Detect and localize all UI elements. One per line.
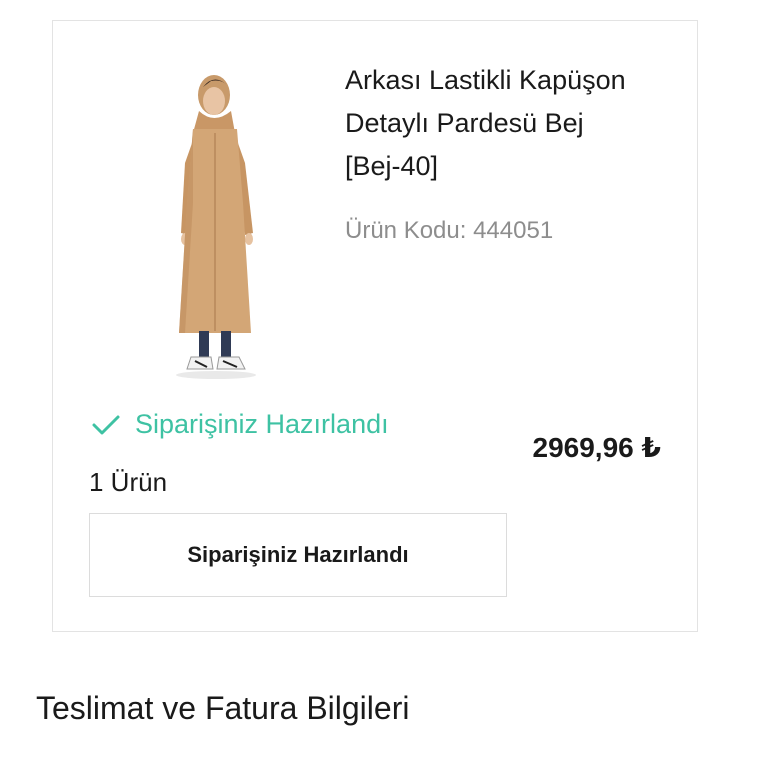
product-code: Ürün Kodu: 444051 [345, 217, 554, 244]
product-image[interactable] [141, 63, 291, 393]
check-icon [92, 415, 120, 434]
order-item-card: Arkası Lastikli Kapüşon Detaylı Pardesü … [52, 20, 698, 632]
item-count: 1 Ürün [89, 467, 168, 497]
product-title[interactable]: Arkası Lastikli Kapüşon Detaylı Pardesü … [345, 59, 675, 188]
order-price: 2969,96 ₺ [532, 432, 661, 463]
order-status-button[interactable]: Siparişiniz Hazırlandı [89, 513, 507, 597]
order-status: Siparişiniz Hazırlandı [91, 409, 389, 440]
section-title-delivery-billing: Teslimat ve Fatura Bilgileri [36, 690, 410, 726]
status-text: Siparişiniz Hazırlandı [135, 409, 389, 439]
coat-illustration [176, 75, 256, 379]
